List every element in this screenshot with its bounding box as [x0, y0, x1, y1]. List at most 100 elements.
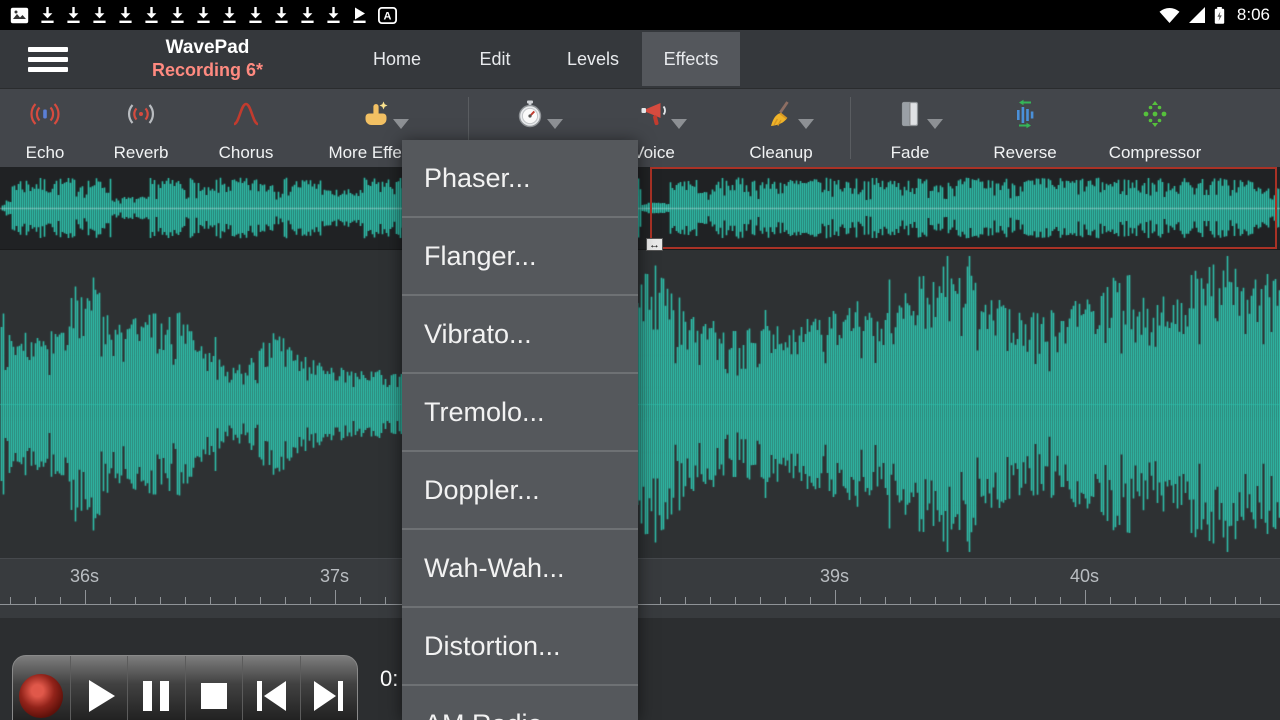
region-resize-handle[interactable]: ↔ — [646, 238, 663, 251]
status-bar: A 8:06 — [0, 0, 1280, 30]
ribbon-item-reverse[interactable]: Reverse — [968, 89, 1082, 168]
play-icon — [89, 680, 115, 712]
ruler-tick — [1060, 597, 1061, 604]
ruler-tick — [760, 597, 761, 604]
ruler-tick — [785, 597, 786, 604]
ruler-tick — [660, 597, 661, 604]
ruler-tick — [385, 597, 386, 604]
menu-item-vibrato[interactable]: Vibrato... — [402, 296, 638, 374]
signal-icon — [1188, 7, 1206, 24]
download-icon — [92, 6, 107, 24]
letter-a-icon: A — [378, 7, 397, 24]
wifi-icon — [1159, 7, 1180, 24]
record-button[interactable] — [13, 656, 70, 720]
bottom-bar: 0: — [0, 618, 1280, 720]
ruler-tick — [60, 597, 61, 604]
play-button[interactable] — [70, 656, 128, 720]
hamburger-menu-icon[interactable] — [28, 47, 72, 72]
ruler-tick — [1235, 597, 1236, 604]
ruler-tick — [1035, 597, 1036, 604]
title-block: WavePad Recording 6* — [105, 36, 310, 81]
ruler-label: 40s — [1070, 566, 1099, 587]
download-icon — [66, 6, 81, 24]
status-system-icons: 8:06 — [1159, 5, 1270, 25]
reverb-icon — [126, 99, 156, 129]
download-icon — [274, 6, 289, 24]
ruler-tick — [835, 590, 836, 604]
menu-item-doppler[interactable]: Doppler... — [402, 452, 638, 530]
app-bar: WavePad Recording 6* HomeEditLevelsEffec… — [0, 30, 1280, 88]
tab-levels[interactable]: Levels — [544, 32, 642, 86]
transport-controls — [12, 655, 358, 720]
ruler-tick — [910, 597, 911, 604]
menu-item-tremolo[interactable]: Tremolo... — [402, 374, 638, 452]
download-icon — [40, 6, 55, 24]
ruler-tick — [335, 590, 336, 604]
voice-icon — [639, 99, 669, 129]
next-icon — [314, 681, 343, 711]
previous-button[interactable] — [242, 656, 300, 720]
pause-button[interactable] — [127, 656, 185, 720]
menu-item-am-radio[interactable]: AM Radio... — [402, 686, 638, 720]
stop-button[interactable] — [185, 656, 243, 720]
download-icon — [300, 6, 315, 24]
ribbon-item-cleanup[interactable]: Cleanup — [716, 89, 846, 168]
ruler-tick — [885, 597, 886, 604]
ruler-tick — [1260, 597, 1261, 604]
download-icon — [248, 6, 263, 24]
tab-home[interactable]: Home — [348, 32, 446, 86]
more-effects-icon — [361, 99, 391, 129]
pause-icon — [143, 681, 169, 711]
tab-effects[interactable]: Effects — [642, 32, 740, 86]
ruler-tick — [85, 590, 86, 604]
ruler-tick — [35, 597, 36, 604]
cleanup-icon — [766, 99, 796, 129]
ribbon-item-label: Compressor — [1088, 143, 1222, 163]
download-icon — [144, 6, 159, 24]
waveform-display[interactable] — [0, 250, 1280, 558]
reverse-icon — [1010, 99, 1040, 129]
menu-item-distortion[interactable]: Distortion... — [402, 608, 638, 686]
ribbon-item-compressor[interactable]: Compressor — [1088, 89, 1222, 168]
ribbon-item-fade[interactable]: Fade — [858, 89, 962, 168]
ruler-tick — [1010, 597, 1011, 604]
more-effects-menu: Phaser...Flanger...Vibrato...Tremolo...D… — [402, 140, 638, 720]
view-region-box[interactable] — [650, 167, 1277, 249]
ruler-tick — [1210, 597, 1211, 604]
ruler-tick — [935, 597, 936, 604]
ribbon-item-label: Reverb — [96, 143, 186, 163]
ruler-label: 39s — [820, 566, 849, 587]
next-button[interactable] — [300, 656, 358, 720]
menu-item-flanger[interactable]: Flanger... — [402, 218, 638, 296]
ruler-label: 36s — [70, 566, 99, 587]
ruler-tick — [10, 597, 11, 604]
battery-icon — [1214, 7, 1225, 24]
ribbon-item-reverb[interactable]: Reverb — [96, 89, 186, 168]
ribbon-item-label: Fade — [858, 143, 962, 163]
chevron-down-icon — [798, 119, 814, 129]
menu-item-wah-wah[interactable]: Wah-Wah... — [402, 530, 638, 608]
wavepad-app: A 8:06 WavePad Recording 6* HomeEditLeve… — [0, 0, 1280, 720]
effects-ribbon: EchoReverbChorusMore EffectsVoiceCleanup… — [0, 88, 1280, 167]
download-icon — [118, 6, 133, 24]
time-ruler[interactable]: 36s 37s 39s 40s — [0, 558, 1280, 618]
chevron-down-icon — [671, 119, 687, 129]
ruler-tick — [310, 597, 311, 604]
status-notification-icons: A — [10, 6, 397, 24]
recording-name: Recording 6* — [105, 59, 310, 81]
ruler-tick — [210, 597, 211, 604]
echo-icon — [30, 99, 60, 129]
chevron-down-icon — [547, 119, 563, 129]
fade-icon — [895, 99, 925, 129]
ribbon-item-label: Cleanup — [716, 143, 846, 163]
menu-item-phaser[interactable]: Phaser... — [402, 140, 638, 218]
compressor-icon — [1140, 99, 1170, 129]
ribbon-item-echo[interactable]: Echo — [8, 89, 82, 168]
ribbon-item-chorus[interactable]: Chorus — [196, 89, 296, 168]
ruler-label: 37s — [320, 566, 349, 587]
waveform-overview[interactable]: ↔ — [0, 167, 1280, 250]
ruler-tick — [810, 597, 811, 604]
speed-icon — [515, 99, 545, 129]
tab-edit[interactable]: Edit — [446, 32, 544, 86]
ruler-tick — [185, 597, 186, 604]
